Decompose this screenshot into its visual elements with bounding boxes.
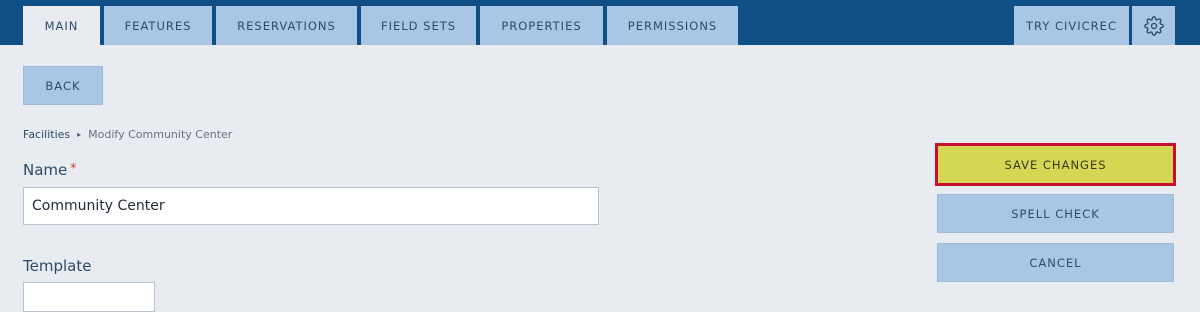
gear-icon [1143,15,1164,36]
tab-main[interactable]: Main [23,6,100,45]
cancel-button[interactable]: Cancel [937,243,1174,282]
breadcrumb-separator-icon: ▸ [77,130,82,139]
template-select[interactable] [23,282,155,312]
settings-button[interactable] [1132,6,1175,45]
breadcrumb-current: Modify Community Center [88,128,233,141]
tab-permissions[interactable]: Permissions [607,6,738,45]
template-label: Template [23,257,92,275]
save-changes-button[interactable]: Save Changes [935,143,1176,186]
try-civicrec-button[interactable]: Try CivicRec [1014,6,1129,45]
top-nav-bar: Main Features Reservations Field Sets Pr… [0,0,1200,45]
name-field[interactable] [23,187,599,225]
tab-properties[interactable]: Properties [480,6,603,45]
spell-check-button[interactable]: Spell Check [937,194,1174,233]
tab-features[interactable]: Features [104,6,212,45]
breadcrumb: Facilities ▸ Modify Community Center [23,128,232,141]
back-button[interactable]: Back [23,66,103,105]
name-label-text: Name [23,161,68,179]
name-label: Name * [23,161,76,179]
required-marker: * [70,161,77,175]
breadcrumb-facilities-link[interactable]: Facilities [23,128,70,141]
tab-field-sets[interactable]: Field Sets [361,6,476,45]
tab-reservations[interactable]: Reservations [216,6,357,45]
